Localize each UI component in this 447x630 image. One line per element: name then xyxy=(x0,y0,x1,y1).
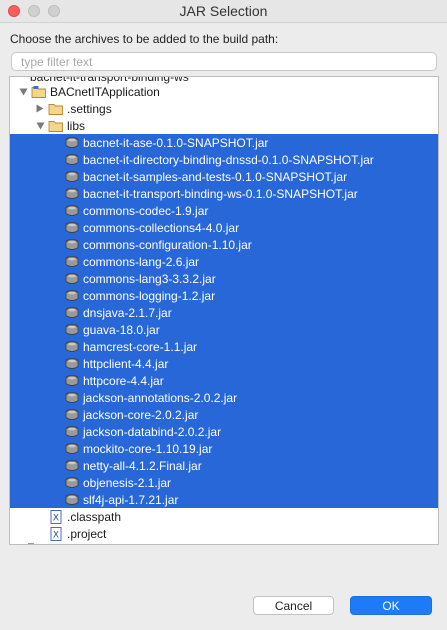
jar-icon xyxy=(64,136,80,150)
expand-triangle-icon[interactable] xyxy=(18,87,28,97)
title-bar: JAR Selection xyxy=(0,0,447,23)
collapsed-triangle-icon[interactable] xyxy=(35,104,45,114)
expand-triangle-icon[interactable] xyxy=(35,121,45,131)
tree-item-jar[interactable]: dnsjava-2.1.7.jar xyxy=(10,304,438,321)
jar-icon xyxy=(64,374,80,388)
tree-item-jar[interactable]: objenesis-2.1.jar xyxy=(10,474,438,491)
jar-label: jackson-annotations-2.0.2.jar xyxy=(83,390,238,405)
jar-label: bacnet-it-directory-binding-dnssd-0.1.0-… xyxy=(83,152,374,167)
filter-input[interactable] xyxy=(11,52,437,71)
jar-label: httpclient-4.4.jar xyxy=(83,356,169,371)
jar-icon xyxy=(64,272,80,286)
tree-item-jar[interactable]: hamcrest-core-1.1.jar xyxy=(10,338,438,355)
tree-item-jar[interactable]: commons-logging-1.2.jar xyxy=(10,287,438,304)
svg-text:X: X xyxy=(53,513,59,523)
jar-icon xyxy=(64,187,80,201)
jar-icon xyxy=(64,153,80,167)
jar-icon xyxy=(64,391,80,405)
jar-label: slf4j-api-1.7.21.jar xyxy=(83,492,179,507)
settings-folder-label: .settings xyxy=(67,101,112,116)
tree-item-jar[interactable]: slf4j-api-1.7.21.jar xyxy=(10,491,438,508)
tree-item-jar[interactable]: jackson-annotations-2.0.2.jar xyxy=(10,389,438,406)
tree-item-jar[interactable]: commons-lang3-3.3.2.jar xyxy=(10,270,438,287)
folder-icon xyxy=(48,102,64,116)
tree-item-project-file[interactable]: X .project xyxy=(10,525,438,542)
tree-item-jar[interactable]: commons-configuration-1.10.jar xyxy=(10,236,438,253)
jar-label: commons-lang3-3.3.2.jar xyxy=(83,271,216,286)
jar-label: commons-collections4-4.0.jar xyxy=(83,220,240,235)
jar-icon xyxy=(64,408,80,422)
libs-folder-label: libs xyxy=(67,118,86,133)
folder-icon xyxy=(48,119,64,133)
jar-icon xyxy=(64,476,80,490)
cancel-button[interactable]: Cancel xyxy=(253,596,334,615)
jar-icon xyxy=(64,323,80,337)
tree-clipped-edge xyxy=(28,543,34,548)
tree-item-jar[interactable]: guava-18.0.jar xyxy=(10,321,438,338)
project-label: BACnetITApplication xyxy=(50,84,160,99)
jar-label: bacnet-it-ase-0.1.0-SNAPSHOT.jar xyxy=(83,135,269,150)
tree-item-jar[interactable]: commons-collections4-4.0.jar xyxy=(10,219,438,236)
jar-icon xyxy=(64,493,80,507)
jar-icon xyxy=(64,289,80,303)
tree-item-jar[interactable]: netty-all-4.1.2.Final.jar xyxy=(10,457,438,474)
jar-label: netty-all-4.1.2.Final.jar xyxy=(83,458,202,473)
jar-icon xyxy=(64,442,80,456)
jar-icon xyxy=(64,238,80,252)
tree-item-jar[interactable]: commons-codec-1.9.jar xyxy=(10,202,438,219)
project-folder-icon xyxy=(31,85,47,99)
tree-item-jar[interactable]: httpclient-4.4.jar xyxy=(10,355,438,372)
jar-icon xyxy=(64,340,80,354)
jar-icon xyxy=(64,221,80,235)
tree-item-classpath[interactable]: X .classpath xyxy=(10,508,438,525)
tree-item-jar[interactable]: bacnet-it-transport-binding-ws-0.1.0-SNA… xyxy=(10,185,438,202)
classpath-file-label: .classpath xyxy=(67,509,122,524)
project-file-label: .project xyxy=(67,526,107,541)
tree-item-jar[interactable]: httpcore-4.4.jar xyxy=(10,372,438,389)
jar-label: commons-lang-2.6.jar xyxy=(83,254,200,269)
tree-item-jar[interactable]: bacnet-it-ase-0.1.0-SNAPSHOT.jar xyxy=(10,134,438,151)
ok-button[interactable]: OK xyxy=(350,596,432,615)
window-title: JAR Selection xyxy=(179,3,268,19)
jar-icon xyxy=(64,204,80,218)
clipped-tree-item: bacnet-it-transport-binding-ws xyxy=(30,77,189,84)
archive-tree[interactable]: bacnet-it-transport-binding-ws BACnetITA… xyxy=(9,76,439,545)
tree-item-settings[interactable]: .settings xyxy=(10,100,438,117)
jar-icon xyxy=(64,170,80,184)
tree-item-jar[interactable]: jackson-core-2.0.2.jar xyxy=(10,406,438,423)
jar-label: httpcore-4.4.jar xyxy=(83,373,164,388)
jar-icon xyxy=(64,425,80,439)
jar-icon xyxy=(64,306,80,320)
jar-label: jackson-databind-2.0.2.jar xyxy=(83,424,222,439)
jar-label: dnsjava-2.1.7.jar xyxy=(83,305,172,320)
jar-label: commons-codec-1.9.jar xyxy=(83,203,209,218)
tree-item-jar[interactable]: bacnet-it-directory-binding-dnssd-0.1.0-… xyxy=(10,151,438,168)
tree-item-project[interactable]: BACnetITApplication xyxy=(10,83,438,100)
jar-label: jackson-core-2.0.2.jar xyxy=(83,407,199,422)
tree-item-jar[interactable]: bacnet-it-samples-and-tests-0.1.0-SNAPSH… xyxy=(10,168,438,185)
jar-label: mockito-core-1.10.19.jar xyxy=(83,441,213,456)
jar-label: bacnet-it-samples-and-tests-0.1.0-SNAPSH… xyxy=(83,169,348,184)
jar-label: hamcrest-core-1.1.jar xyxy=(83,339,198,354)
x-file-icon: X xyxy=(48,526,64,541)
jar-label: objenesis-2.1.jar xyxy=(83,475,172,490)
svg-text:X: X xyxy=(53,530,59,540)
jar-icon xyxy=(64,459,80,473)
tree-item-jar[interactable]: commons-lang-2.6.jar xyxy=(10,253,438,270)
tree-item-jar[interactable]: jackson-databind-2.0.2.jar xyxy=(10,423,438,440)
jar-label: commons-logging-1.2.jar xyxy=(83,288,216,303)
jar-icon xyxy=(64,255,80,269)
jar-label: bacnet-it-transport-binding-ws-0.1.0-SNA… xyxy=(83,186,358,201)
jar-label: commons-configuration-1.10.jar xyxy=(83,237,252,252)
jar-icon xyxy=(64,357,80,371)
tree-item-jar[interactable]: mockito-core-1.10.19.jar xyxy=(10,440,438,457)
dialog-prompt: Choose the archives to be added to the b… xyxy=(10,32,279,46)
tree-item-libs[interactable]: libs xyxy=(10,117,438,134)
x-file-icon: X xyxy=(48,509,64,524)
jar-label: guava-18.0.jar xyxy=(83,322,160,337)
